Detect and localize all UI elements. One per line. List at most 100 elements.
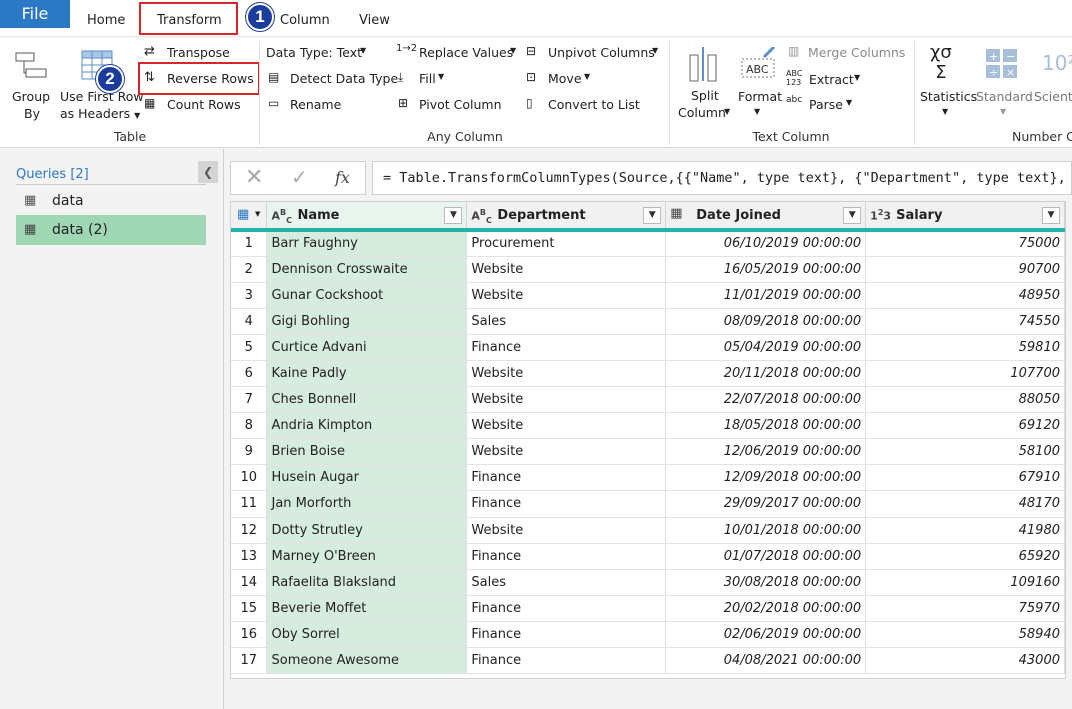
cell-date-joined[interactable]: 22/07/2018 00:00:00 <box>665 386 867 414</box>
data-type-dropdown[interactable]: Data Type: Text ▼ <box>266 43 386 63</box>
cell-salary[interactable]: 58940 <box>865 621 1065 649</box>
row-number[interactable]: 1 <box>231 230 268 257</box>
parse-button[interactable]: abc Parse ▼ <box>786 95 866 115</box>
filter-dropdown-icon[interactable]: ▼ <box>643 207 662 224</box>
row-number[interactable]: 4 <box>231 308 268 335</box>
row-number[interactable]: 13 <box>231 543 268 570</box>
cell-name[interactable]: Dotty Strutley <box>266 517 468 544</box>
cell-date-joined[interactable]: 08/09/2018 00:00:00 <box>665 308 867 335</box>
cell-salary[interactable]: 88050 <box>865 386 1065 414</box>
tab-column[interactable]: Column <box>280 7 330 35</box>
split-column-button[interactable]: Split Column ▼ <box>676 43 730 129</box>
standard-button[interactable]: + − ÷ × Standard ▼ <box>976 43 1033 129</box>
cell-date-joined[interactable]: 20/02/2018 00:00:00 <box>665 595 867 622</box>
table-row[interactable]: 6 Kaine Padly Website 20/11/2018 00:00:00 10… <box>231 360 1065 388</box>
row-number[interactable]: 7 <box>231 386 268 414</box>
table-row[interactable]: 4 Gigi Bohling Sales 08/09/2018 00:00:00 745… <box>231 308 1065 335</box>
format-button[interactable]: ABC Format ▼ <box>736 43 782 129</box>
table-row[interactable]: 1 Barr Faughny Procurement 06/10/2019 00:00… <box>231 230 1065 257</box>
cell-name[interactable]: Ches Bonnell <box>266 386 468 414</box>
cell-date-joined[interactable]: 20/11/2018 00:00:00 <box>665 360 867 388</box>
cell-date-joined[interactable]: 01/07/2018 00:00:00 <box>665 543 867 570</box>
cell-department[interactable]: Finance <box>466 621 667 649</box>
cell-department[interactable]: Website <box>466 438 667 466</box>
table-menu-cell[interactable]: ▦ ▼ <box>231 202 268 232</box>
row-number[interactable]: 2 <box>231 256 268 283</box>
cell-salary[interactable]: 67910 <box>865 464 1065 492</box>
cell-name[interactable]: Beverie Moffet <box>266 595 468 622</box>
table-row[interactable]: 13 Marney O'Breen Finance 01/07/2018 00:00:… <box>231 543 1065 570</box>
cell-salary[interactable]: 43000 <box>865 647 1065 675</box>
cell-date-joined[interactable]: 12/09/2018 00:00:00 <box>665 464 867 492</box>
cancel-icon[interactable]: ✕ <box>245 165 263 190</box>
cell-department[interactable]: Website <box>466 256 667 283</box>
table-row[interactable]: 7 Ches Bonnell Website 22/07/2018 00:00:00 8… <box>231 386 1065 414</box>
table-row[interactable]: 16 Oby Sorrel Finance 02/06/2019 00:00:00 58… <box>231 621 1065 649</box>
cell-name[interactable]: Kaine Padly <box>266 360 468 388</box>
row-number[interactable]: 14 <box>231 569 268 596</box>
filter-dropdown-icon[interactable]: ▼ <box>843 207 862 224</box>
cell-name[interactable]: Gunar Cockshoot <box>266 282 468 309</box>
row-number[interactable]: 3 <box>231 282 268 309</box>
formula-input[interactable]: = Table.TransformColumnTypes(Source,{{"N… <box>372 161 1072 195</box>
tab-home[interactable]: Home <box>87 7 125 35</box>
extract-button[interactable]: ABC 123 Extract ▼ <box>786 69 866 91</box>
row-number[interactable]: 10 <box>231 464 268 492</box>
cell-department[interactable]: Sales <box>466 308 667 335</box>
cell-name[interactable]: Rafaelita Blaksland <box>266 569 468 596</box>
table-row[interactable]: 11 Jan Morforth Finance 29/09/2017 00:00:00… <box>231 490 1065 518</box>
merge-columns-button[interactable]: ▥ Merge Columns <box>786 43 910 63</box>
table-row[interactable]: 2 Dennison Crosswaite Website 16/05/2019 00… <box>231 256 1065 283</box>
cell-name[interactable]: Andria Kimpton <box>266 412 468 440</box>
table-row[interactable]: 12 Dotty Strutley Website 10/01/2018 00:00:… <box>231 517 1065 544</box>
scientific-button[interactable]: 10² Scienti <box>1034 43 1072 129</box>
cell-date-joined[interactable]: 18/05/2018 00:00:00 <box>665 412 867 440</box>
cell-date-joined[interactable]: 29/09/2017 00:00:00 <box>665 490 867 518</box>
cell-department[interactable]: Finance <box>466 490 667 518</box>
cell-department[interactable]: Website <box>466 412 667 440</box>
cell-date-joined[interactable]: 16/05/2019 00:00:00 <box>665 256 867 283</box>
cell-date-joined[interactable]: 11/01/2019 00:00:00 <box>665 282 867 309</box>
transpose-button[interactable]: ⇄ Transpose <box>144 43 254 63</box>
table-row[interactable]: 9 Brien Boise Website 12/06/2019 00:00:00 58… <box>231 438 1065 466</box>
column-header-salary[interactable]: 123 Salary ▼ <box>865 202 1065 232</box>
convert-to-list-button[interactable]: ▯ Convert to List <box>524 95 644 115</box>
cell-name[interactable]: Dennison Crosswaite <box>266 256 468 283</box>
cell-department[interactable]: Procurement <box>466 230 667 257</box>
cell-date-joined[interactable]: 30/08/2018 00:00:00 <box>665 569 867 596</box>
cell-date-joined[interactable]: 12/06/2019 00:00:00 <box>665 438 867 466</box>
fill-button[interactable]: ⤓ Fill ▼ <box>396 69 456 89</box>
row-number[interactable]: 6 <box>231 360 268 388</box>
cell-salary[interactable]: 58100 <box>865 438 1065 466</box>
cell-salary[interactable]: 59810 <box>865 334 1065 361</box>
cell-salary[interactable]: 48950 <box>865 282 1065 309</box>
unpivot-columns-button[interactable]: ⊟ Unpivot Columns ▼ <box>524 43 662 63</box>
cell-department[interactable]: Finance <box>466 647 667 675</box>
table-row[interactable]: 5 Curtice Advani Finance 05/04/2019 00:00:0… <box>231 334 1065 361</box>
cell-date-joined[interactable]: 02/06/2019 00:00:00 <box>665 621 867 649</box>
collapse-pane-icon[interactable]: ❮ <box>198 161 218 183</box>
cell-name[interactable]: Marney O'Breen <box>266 543 468 570</box>
cell-name[interactable]: Someone Awesome <box>266 647 468 675</box>
row-number[interactable]: 8 <box>231 412 268 440</box>
cell-date-joined[interactable]: 10/01/2018 00:00:00 <box>665 517 867 544</box>
filter-dropdown-icon[interactable]: ▼ <box>444 207 463 224</box>
row-number[interactable]: 17 <box>231 647 268 675</box>
cell-name[interactable]: Gigi Bohling <box>266 308 468 335</box>
tab-view[interactable]: View <box>359 7 390 35</box>
cell-department[interactable]: Finance <box>466 464 667 492</box>
cell-date-joined[interactable]: 04/08/2021 00:00:00 <box>665 647 867 675</box>
detect-data-type-button[interactable]: ▤ Detect Data Type <box>266 69 398 89</box>
cell-name[interactable]: Curtice Advani <box>266 334 468 361</box>
column-header-name[interactable]: ABC Name ▼ <box>266 202 468 232</box>
row-number[interactable]: 16 <box>231 621 268 649</box>
cell-salary[interactable]: 69120 <box>865 412 1065 440</box>
cell-name[interactable]: Husein Augar <box>266 464 468 492</box>
cell-salary[interactable]: 109160 <box>865 569 1065 596</box>
cell-department[interactable]: Finance <box>466 334 667 361</box>
cell-salary[interactable]: 41980 <box>865 517 1065 544</box>
cell-department[interactable]: Finance <box>466 595 667 622</box>
query-item-data[interactable]: ▦ data <box>16 186 206 216</box>
cell-salary[interactable]: 48170 <box>865 490 1065 518</box>
count-rows-button[interactable]: ▦ Count Rows <box>144 95 254 115</box>
